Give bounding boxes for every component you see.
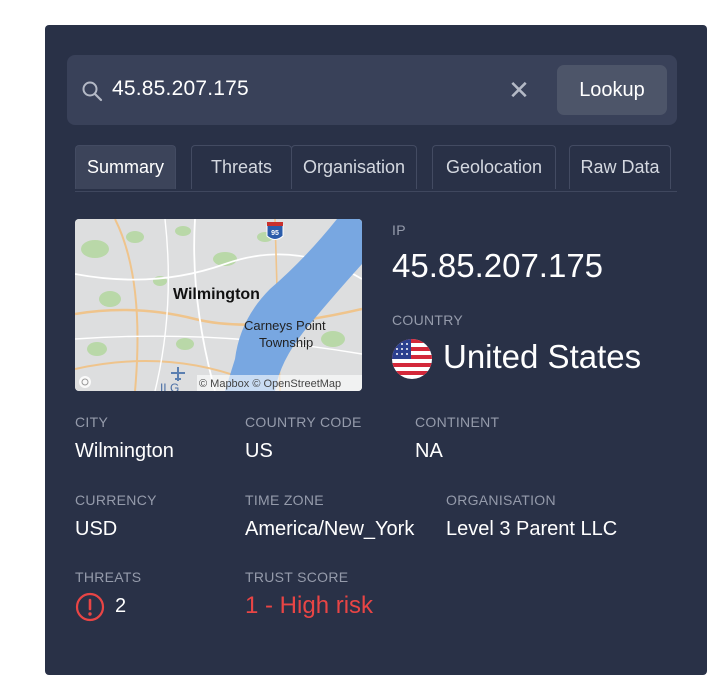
city-value: Wilmington bbox=[75, 440, 174, 462]
tab-raw-data[interactable]: Raw Data bbox=[569, 145, 671, 189]
continent-value: NA bbox=[415, 440, 443, 462]
country-label: COUNTRY bbox=[392, 312, 464, 328]
map-place-label-1: Carneys Point bbox=[244, 318, 326, 333]
map-partial-label: ILG bbox=[160, 381, 179, 391]
currency-label: CURRENCY bbox=[75, 492, 157, 508]
ip-lookup-card: 45.85.207.175 ✕ Lookup Summary Threats O… bbox=[45, 25, 707, 675]
threats-value: 2 bbox=[115, 595, 127, 617]
currency-value: USD bbox=[75, 518, 118, 540]
tab-organisation[interactable]: Organisation bbox=[291, 145, 417, 189]
search-input[interactable]: 45.85.207.175 bbox=[112, 77, 249, 101]
tab-summary[interactable]: Summary bbox=[75, 145, 176, 189]
tab-threats[interactable]: Threats bbox=[191, 145, 292, 189]
tab-bar: Summary Threats Organisation Geolocation… bbox=[75, 145, 677, 192]
country-value: United States bbox=[443, 338, 642, 375]
time-zone-label: TIME ZONE bbox=[245, 492, 324, 508]
warning-icon bbox=[75, 592, 105, 622]
trust-score-value: 1 - High risk bbox=[245, 592, 374, 619]
ip-label: IP bbox=[392, 222, 406, 238]
us-flag-icon bbox=[392, 339, 432, 379]
tab-geolocation[interactable]: Geolocation bbox=[432, 145, 556, 189]
continent-label: CONTINENT bbox=[415, 414, 500, 430]
ip-value: 45.85.207.175 bbox=[392, 247, 604, 284]
lookup-button[interactable]: Lookup bbox=[557, 65, 667, 115]
search-bar: 45.85.207.175 ✕ Lookup bbox=[67, 55, 677, 125]
city-label: CITY bbox=[75, 414, 109, 430]
map-image: 95 Wilmington Carneys Point Township ILG… bbox=[75, 219, 362, 391]
organisation-value: Level 3 Parent LLC bbox=[446, 518, 618, 540]
country-code-label: COUNTRY CODE bbox=[245, 414, 362, 430]
mapbox-logo-icon bbox=[79, 376, 91, 388]
clear-icon[interactable]: ✕ bbox=[507, 75, 531, 105]
threats-label: THREATS bbox=[75, 569, 142, 585]
search-icon bbox=[82, 81, 103, 102]
organisation-label: ORGANISATION bbox=[446, 492, 556, 508]
location-map[interactable]: 95 Wilmington Carneys Point Township ILG… bbox=[75, 219, 362, 391]
country-code-value: US bbox=[245, 440, 273, 462]
map-city-label: Wilmington bbox=[173, 286, 260, 303]
time-zone-value: America/New_York bbox=[245, 518, 415, 540]
trust-score-label: TRUST SCORE bbox=[245, 569, 349, 585]
map-attribution[interactable]: © Mapbox © OpenStreetMap bbox=[199, 378, 341, 390]
map-place-label-2: Township bbox=[259, 335, 313, 350]
interstate-shield: 95 bbox=[271, 230, 279, 237]
